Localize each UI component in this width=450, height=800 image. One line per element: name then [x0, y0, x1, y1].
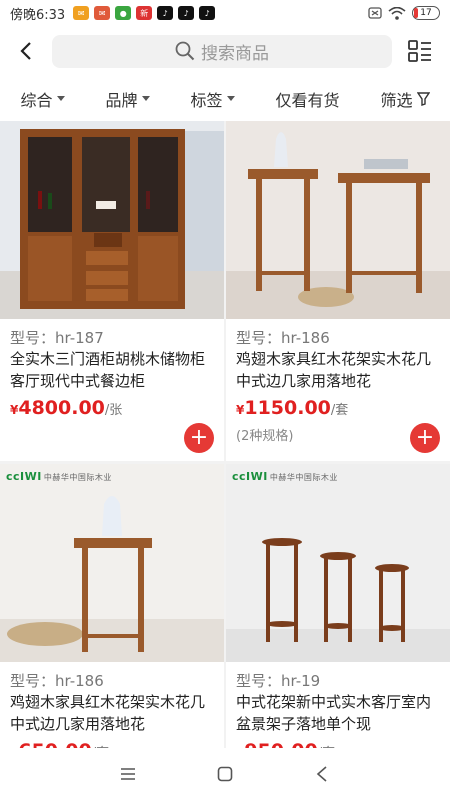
- wifi-icon: [388, 6, 406, 20]
- home-button[interactable]: [205, 754, 245, 794]
- search-placeholder: 搜索商品: [201, 43, 269, 64]
- caret-down-icon: [141, 96, 150, 101]
- brand-name: ccIWI: [6, 470, 42, 483]
- home-square-icon: [217, 766, 233, 782]
- list-view-icon: [408, 40, 431, 62]
- app-root: 傍晚6:33 ✉ ✉ ● 新 ♪ ♪ ♪ 17 搜索商品 综合 品牌 标签 仅看…: [0, 0, 450, 800]
- add-to-cart-button[interactable]: +: [410, 423, 440, 453]
- filter-tag[interactable]: 标签: [190, 87, 235, 111]
- filter-label: 综合: [20, 90, 53, 110]
- status-bar: 傍晚6:33 ✉ ✉ ● 新 ♪ ♪ ♪ 17: [0, 0, 450, 26]
- back-button[interactable]: [0, 26, 52, 76]
- plus-icon: +: [189, 425, 209, 450]
- battery-level: 17: [420, 8, 432, 18]
- product-model: 型号：hr-186: [236, 329, 330, 347]
- menu-icon: [121, 768, 136, 780]
- brand-logo: ccIWI 中赫华中国际木业: [232, 470, 338, 483]
- price-value: 4800.00: [18, 397, 105, 419]
- brand-name-cn: 中赫华中国际木业: [43, 473, 112, 482]
- tiktok-icon: ♪: [178, 6, 195, 20]
- product-image[interactable]: ccIWI 中赫华中国际木业: [0, 464, 224, 662]
- product-info: 型号：hr-186 鸡翅木家具红木花架实木花几中式边几家用落地花 ¥650.00…: [0, 662, 224, 762]
- filter-label: 品牌: [105, 90, 138, 110]
- search-input[interactable]: 搜索商品: [52, 34, 392, 68]
- product-card[interactable]: 型号：hr-187 全实木三门酒柜胡桃木储物柜客厅现代中式餐边柜 ¥4800.0…: [0, 121, 224, 461]
- price-unit: /张: [104, 403, 123, 418]
- product-card[interactable]: 型号：hr-186 鸡翅木家具红木花架实木花几中式边几家用落地花 ¥1150.0…: [226, 121, 450, 461]
- plus-icon: +: [415, 425, 435, 450]
- product-grid: 型号：hr-187 全实木三门酒柜胡桃木储物柜客厅现代中式餐边柜 ¥4800.0…: [0, 121, 450, 800]
- brand-name: ccIWI: [232, 470, 268, 483]
- filter-sort-comprehensive[interactable]: 综合: [20, 87, 65, 111]
- filter-label: 标签: [190, 90, 223, 110]
- product-title: 中式花架新中式实木客厅室内盆景架子落地单个现: [236, 693, 432, 733]
- product-image[interactable]: ccIWI 中赫华中国际木业: [226, 464, 450, 662]
- product-title: 全实木三门酒柜胡桃木储物柜客厅现代中式餐边柜: [10, 350, 206, 390]
- view-toggle-button[interactable]: [392, 26, 448, 76]
- filter-label: 仅看有货: [275, 90, 340, 110]
- status-right: 17: [368, 6, 440, 20]
- system-nav-bar: [0, 748, 450, 800]
- brand-name-cn: 中赫华中国际木业: [269, 473, 338, 482]
- price-unit: /套: [330, 403, 349, 418]
- product-model: 型号：hr-186: [10, 672, 104, 690]
- news-app-icon: 新: [136, 6, 153, 20]
- product-price: ¥4800.00/张: [10, 397, 216, 419]
- back-triangle-icon: [316, 766, 327, 782]
- brand-logo: ccIWI 中赫华中国际木业: [6, 470, 112, 483]
- filter-screen[interactable]: 筛选: [380, 87, 430, 111]
- product-title: 鸡翅木家具红木花架实木花几中式边几家用落地花: [236, 350, 432, 390]
- funnel-icon: [416, 91, 430, 106]
- tiktok-icon: ♪: [157, 6, 174, 20]
- notification-icon: ✉: [73, 6, 90, 20]
- product-image[interactable]: [226, 121, 450, 319]
- recent-apps-button[interactable]: [108, 754, 148, 794]
- sim-icon: [368, 7, 382, 19]
- chevron-left-icon: [20, 42, 31, 60]
- search-header: 搜索商品: [0, 26, 450, 76]
- price-value: 1150.00: [244, 397, 331, 419]
- filter-bar: 综合 品牌 标签 仅看有货 筛选: [0, 76, 450, 121]
- notification-icon: ✉: [94, 6, 111, 20]
- product-info: 型号：hr-187 全实木三门酒柜胡桃木储物柜客厅现代中式餐边柜 ¥4800.0…: [0, 319, 224, 419]
- product-price: ¥1150.00/套: [236, 397, 442, 419]
- caret-down-icon: [226, 96, 235, 101]
- product-model: 型号：hr-187: [10, 329, 104, 347]
- caret-down-icon: [56, 96, 65, 101]
- nav-back-button[interactable]: [302, 754, 342, 794]
- product-model: 型号：hr-19: [236, 672, 321, 690]
- filter-label: 筛选: [380, 90, 413, 110]
- filter-brand[interactable]: 品牌: [105, 87, 150, 111]
- product-info: 型号：hr-19 中式花架新中式实木客厅室内盆景架子落地单个现 ¥950.00/…: [226, 662, 450, 762]
- tiktok-icon: ♪: [199, 6, 216, 20]
- product-title: 鸡翅木家具红木花架实木花几中式边几家用落地花: [10, 693, 206, 733]
- product-image[interactable]: [0, 121, 224, 319]
- add-to-cart-button[interactable]: +: [184, 423, 214, 453]
- search-icon: [175, 41, 195, 61]
- filter-in-stock[interactable]: 仅看有货: [275, 87, 339, 111]
- status-time: 傍晚6:33: [10, 7, 66, 23]
- notification-icon: ●: [115, 6, 132, 20]
- battery-icon: 17: [412, 6, 440, 20]
